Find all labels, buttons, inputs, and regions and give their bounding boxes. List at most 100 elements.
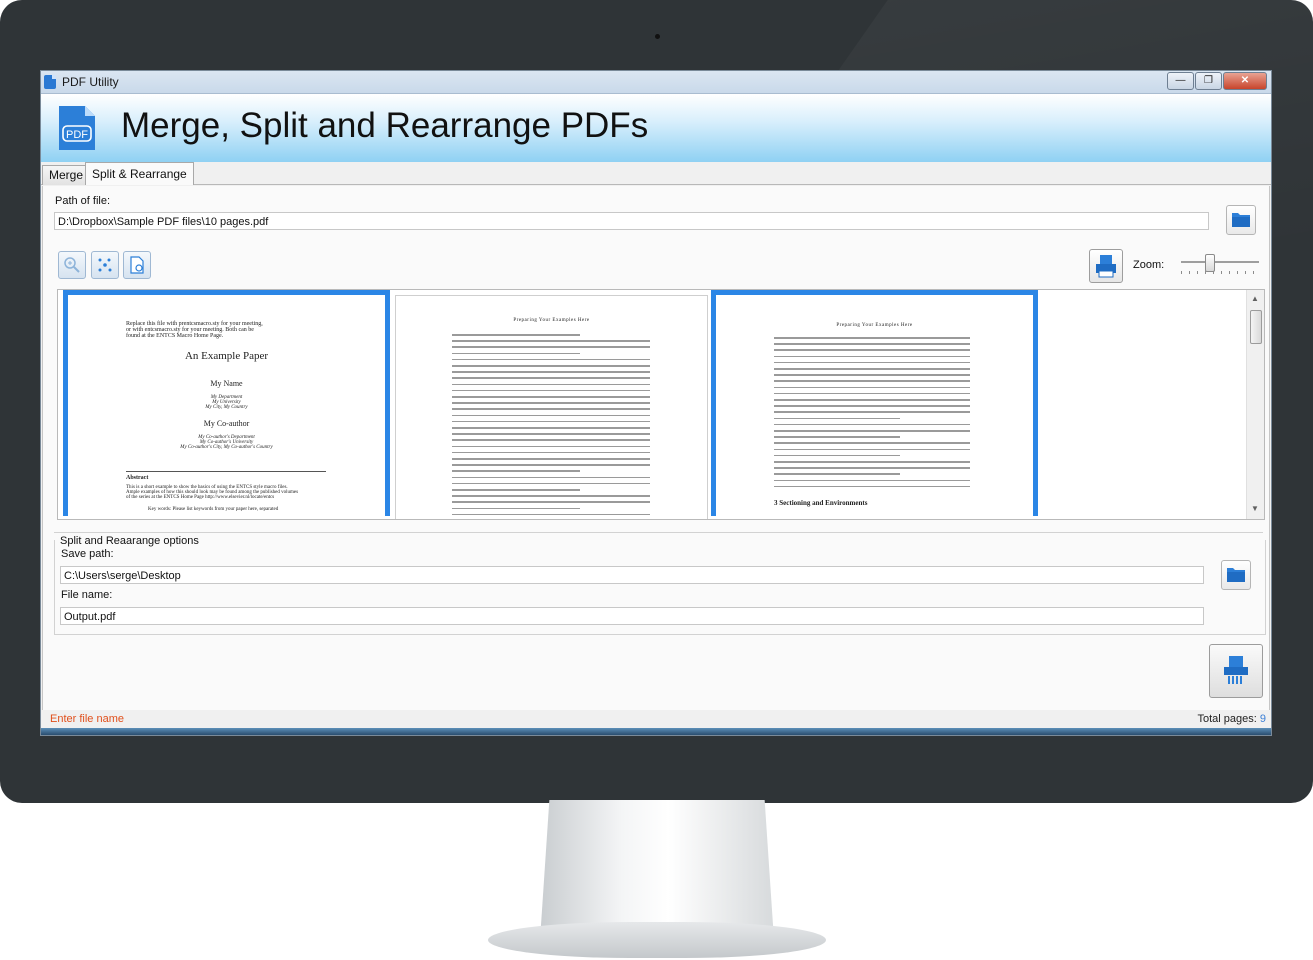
save-path-label: Save path: — [61, 548, 114, 560]
minimize-button[interactable]: — — [1167, 72, 1194, 90]
tab-split-rearrange[interactable]: Split & Rearrange — [85, 162, 194, 185]
browse-save-path-button[interactable] — [1221, 560, 1251, 590]
pdf-file-icon: PDF — [59, 106, 95, 150]
text-line — [452, 365, 650, 367]
text-line — [774, 479, 970, 482]
page-thumbnail-2[interactable]: Preparing Your Examples Here — [395, 295, 708, 519]
select-pages-button[interactable] — [91, 251, 119, 279]
zoom-slider[interactable] — [1181, 253, 1259, 275]
text-line — [774, 392, 970, 395]
text-line — [774, 380, 970, 382]
scroll-up-icon[interactable]: ▲ — [1251, 294, 1259, 303]
text-line — [452, 414, 650, 417]
page-1-coauthor: My Co-author — [203, 419, 250, 428]
svg-text:PDF: PDF — [66, 129, 88, 141]
page-settings-button[interactable] — [123, 251, 151, 279]
text-line — [452, 445, 650, 448]
scatter-icon — [98, 258, 112, 272]
page-1-author: My Name — [210, 379, 243, 388]
shredder-icon — [1224, 656, 1248, 684]
close-button[interactable]: ✕ — [1223, 72, 1267, 90]
text-line — [452, 489, 580, 491]
zoom-slider-thumb[interactable] — [1205, 254, 1215, 272]
text-line — [774, 448, 970, 451]
window-controls: — ❐ ✕ — [1166, 72, 1267, 90]
monitor-stand — [540, 800, 774, 940]
split-run-button[interactable] — [1209, 644, 1263, 698]
text-line — [774, 411, 970, 413]
text-line — [452, 377, 650, 379]
zoom-slider-ticks — [1181, 271, 1259, 274]
path-input[interactable]: D:\Dropbox\Sample PDF files\10 pages.pdf — [54, 212, 1209, 230]
page-3-section-heading: 3 Sectioning and Environments — [774, 499, 868, 507]
text-line — [774, 436, 900, 438]
page-1-abstract-heading: Abstract — [126, 475, 149, 481]
text-line — [452, 340, 650, 342]
text-line — [452, 470, 580, 472]
file-name-label: File name: — [61, 589, 113, 601]
browse-file-button[interactable] — [1226, 205, 1256, 235]
text-line — [452, 346, 650, 348]
page-1-title: An Example Paper — [184, 350, 269, 362]
save-path-input[interactable]: C:\Users\serge\Desktop — [60, 566, 1204, 584]
zoom-in-button[interactable] — [58, 251, 86, 279]
tab-strip: Merge Split & Rearrange — [41, 162, 1271, 185]
text-line — [452, 482, 650, 485]
page-thumbnail-3[interactable]: Preparing Your Examples Here 3 Sectionin… — [711, 290, 1038, 516]
print-button[interactable] — [1089, 249, 1123, 283]
text-line — [452, 408, 650, 410]
text-line — [774, 386, 970, 389]
text-line — [774, 361, 970, 364]
text-line — [452, 402, 650, 404]
text-line — [774, 337, 970, 339]
text-line — [452, 495, 650, 497]
text-line — [774, 485, 970, 488]
text-line — [774, 374, 970, 376]
folder-icon — [1227, 568, 1245, 582]
options-group-title: Split and Reaarange options — [59, 535, 200, 547]
text-line — [452, 433, 650, 435]
printer-icon — [1096, 255, 1116, 278]
file-name-input[interactable]: Output.pdf — [60, 607, 1204, 625]
page-thumbnail-1[interactable]: Replace this file with prentcsmacro.sty … — [63, 290, 390, 516]
zoom-label: Zoom: — [1133, 259, 1165, 271]
total-pages-count: 9 — [1259, 713, 1266, 725]
document-icon — [130, 256, 144, 274]
page-1-abstract: This is a short example to show the basi… — [126, 485, 299, 500]
app-window: PDF Utility — ❐ ✕ PDF Merge, Split and R… — [40, 70, 1272, 736]
text-line — [452, 507, 580, 510]
page-thumbnails-viewer[interactable]: Replace this file with prentcsmacro.sty … — [57, 289, 1265, 520]
viewer-scrollbar[interactable]: ▲ ▼ — [1246, 290, 1264, 519]
text-line — [452, 389, 650, 392]
zoom-slider-track — [1181, 261, 1259, 263]
taskbar-strip — [41, 728, 1271, 735]
maximize-button[interactable]: ❐ — [1195, 72, 1222, 90]
text-line — [452, 501, 650, 503]
scroll-down-icon[interactable]: ▼ — [1251, 504, 1259, 513]
text-line — [774, 399, 970, 401]
text-line — [452, 383, 650, 386]
page-1-keywords: Key words: Please list keywords from you… — [148, 507, 279, 512]
header-banner: PDF Merge, Split and Rearrange PDFs — [41, 94, 1271, 162]
text-line — [452, 439, 650, 441]
scrollbar-thumb[interactable] — [1250, 310, 1262, 344]
text-line — [452, 464, 650, 466]
tab-merge[interactable]: Merge — [42, 165, 91, 185]
magnifier-icon — [64, 257, 80, 273]
page-title: Merge, Split and Rearrange PDFs — [121, 106, 649, 145]
text-line — [452, 371, 650, 373]
text-line — [452, 420, 650, 423]
page-1-affiliation: My Department My University My City, My Co… — [205, 395, 248, 410]
text-line — [774, 430, 970, 432]
split-panel: Path of file: D:\Dropbox\Sample PDF file… — [42, 186, 1270, 711]
text-line — [452, 451, 650, 454]
text-line — [452, 513, 650, 516]
options-group-top — [54, 532, 1263, 534]
page-3-running-head: Preparing Your Examples Here — [836, 323, 913, 328]
status-message: Enter file name — [50, 713, 124, 725]
folder-icon — [1232, 213, 1250, 227]
text-line — [774, 467, 970, 469]
title-bar: PDF Utility — ❐ ✕ — [41, 71, 1271, 94]
total-pages: Total pages: 9 — [1197, 713, 1266, 725]
app-icon — [44, 75, 56, 89]
